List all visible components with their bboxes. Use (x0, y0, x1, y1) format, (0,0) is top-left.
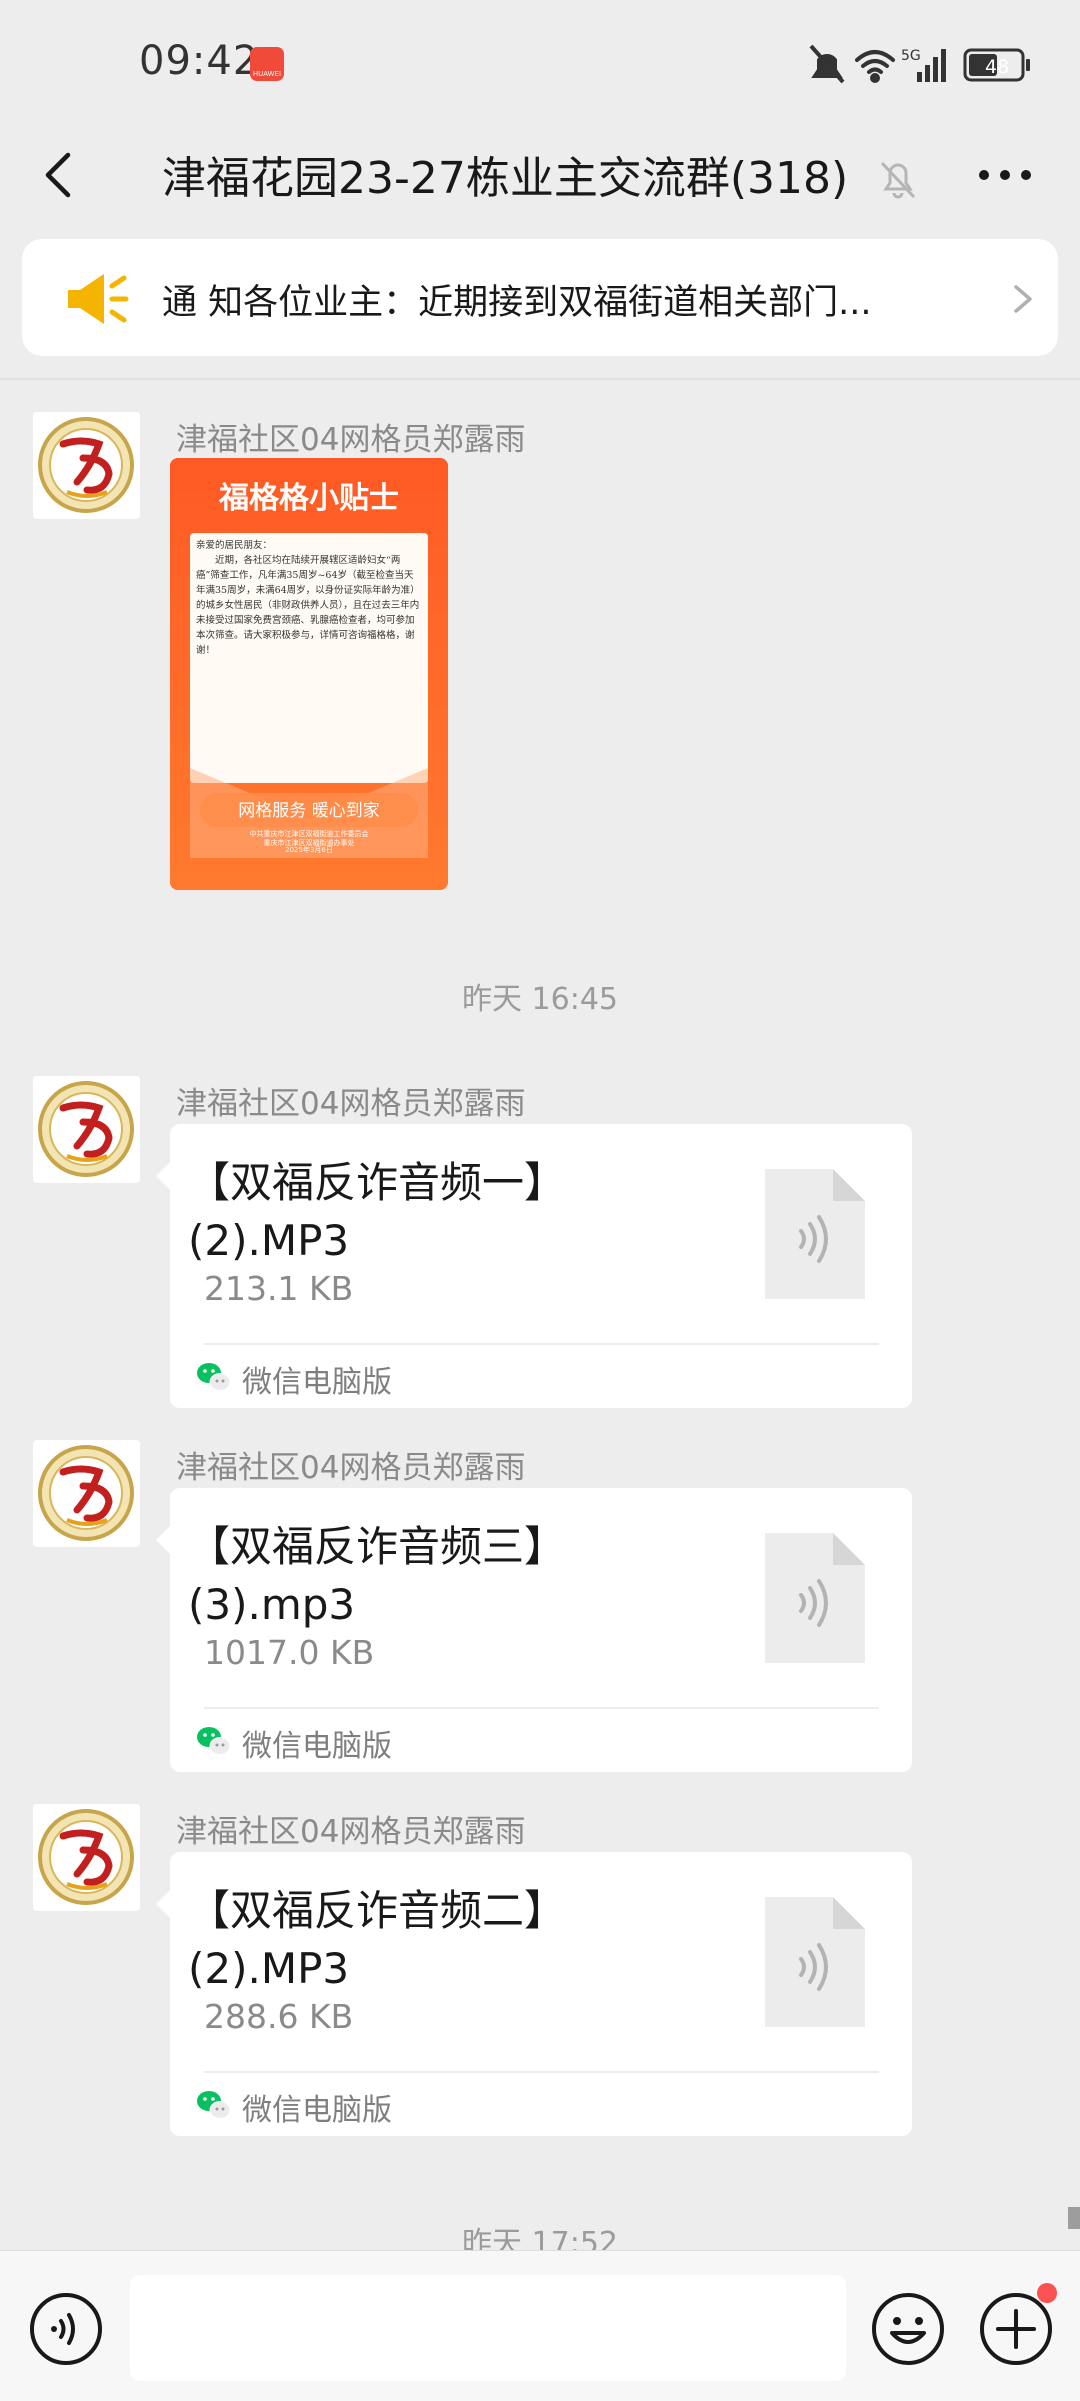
timestamp: 昨天 16:45 (462, 982, 618, 1017)
card-divider (204, 1707, 879, 1709)
announcement-text: 通 知各位业主：近期接到双福街道相关部门... (162, 283, 872, 323)
scrollbar-thumb[interactable] (1068, 2207, 1080, 2229)
chat-header: 津福花园23-27栋业主交流群(318) (0, 120, 1080, 230)
network-type: 5G (901, 48, 921, 64)
file-size: 1017.0 KB (204, 1633, 375, 1672)
community-logo-icon (38, 1081, 134, 1177)
audio-file-icon (765, 1169, 865, 1299)
community-logo-icon (38, 1445, 134, 1541)
status-time: 09:42 (139, 38, 260, 84)
sender-avatar[interactable] (33, 1076, 140, 1183)
mute-notification-icon (809, 44, 845, 84)
card-divider (204, 1343, 879, 1345)
source-label: 微信电脑版 (242, 1729, 392, 1764)
back-arrow-icon (45, 152, 71, 198)
card-divider (204, 2071, 879, 2073)
poster-image: 福格格小贴士 亲爱的居民朋友： 近期，各社区均在陆续开展辖区适龄妇女“两癌”筛查… (170, 458, 448, 890)
sender-avatar[interactable] (33, 1804, 140, 1911)
sender-avatar[interactable] (33, 1440, 140, 1547)
signal-icon (917, 49, 946, 82)
audio-file-icon (765, 1533, 865, 1663)
wifi-icon (855, 50, 895, 83)
back-button[interactable] (30, 145, 90, 205)
chevron-right-icon (1002, 279, 1042, 319)
source-label: 微信电脑版 (242, 2093, 392, 2128)
more-options-button[interactable] (970, 145, 1040, 205)
status-icons: 5G 48 (805, 38, 1045, 92)
sender-name: 津福社区04网格员郑露雨 (176, 1814, 526, 1850)
header-divider (0, 378, 1080, 380)
group-announcement[interactable]: 通 知各位业主：近期接到双福街道相关部门... (22, 239, 1058, 356)
file-size: 288.6 KB (204, 1997, 354, 2036)
sender-avatar[interactable] (33, 412, 140, 519)
file-name: 【双福反诈音频一】(2).MP3 (188, 1158, 567, 1265)
community-logo-icon (38, 1809, 134, 1905)
voice-icon (30, 2293, 102, 2365)
emoji-button[interactable] (870, 2291, 946, 2367)
poster-footer-org: 中共重庆市江津区双福街道工作委员会 重庆市江津区双福街道办事处 (249, 830, 369, 847)
sender-name: 津福社区04网格员郑露雨 (176, 1086, 526, 1122)
poster-greeting: 亲爱的居民朋友： (196, 540, 273, 551)
wechat-icon (196, 2089, 232, 2121)
chat-input-bar (0, 2250, 1080, 2401)
community-logo-icon (38, 417, 134, 513)
poster-title: 福格格小贴士 (218, 481, 399, 516)
muted-bell-icon (872, 153, 924, 205)
sender-name: 津福社区04网格员郑露雨 (176, 1450, 526, 1486)
sender-name: 津福社区04网格员郑露雨 (176, 422, 526, 458)
poster-banner: 网格服务 暖心到家 (238, 801, 379, 821)
huawei-notification-icon: HUAWEI (250, 47, 284, 81)
poster-body: 近期，各社区均在陆续开展辖区适龄妇女“两癌”筛查工作，凡年满35周岁~64岁（截… (196, 555, 420, 656)
audio-file-icon (765, 1897, 865, 2027)
battery-icon: 48 (963, 48, 1030, 82)
file-message-card[interactable]: 【双福反诈音频二】(2).MP3 288.6 KB 微信电脑版 (156, 1852, 912, 2136)
chat-title: 津福花园23-27栋业主交流群(318) (162, 153, 849, 204)
more-dots-icon (979, 170, 1031, 180)
file-name: 【双福反诈音频二】(2).MP3 (188, 1886, 567, 1993)
file-size: 213.1 KB (204, 1269, 354, 1308)
wechat-icon (196, 1361, 232, 1393)
source-label: 微信电脑版 (242, 1365, 392, 1400)
emoji-smile-icon (872, 2293, 944, 2365)
status-icon-group: 5G 48 (809, 44, 1030, 84)
battery-level: 48 (985, 56, 1009, 78)
file-message-card[interactable]: 【双福反诈音频三】(3).mp3 1017.0 KB 微信电脑版 (156, 1488, 912, 1772)
file-name: 【双福反诈音频三】(3).mp3 (188, 1522, 567, 1629)
image-message[interactable]: 福格格小贴士 亲爱的居民朋友： 近期，各社区均在陆续开展辖区适龄妇女“两癌”筛查… (170, 458, 448, 890)
wechat-icon (196, 1725, 232, 1757)
file-message-card[interactable]: 【双福反诈音频一】(2).MP3 213.1 KB 微信电脑版 (156, 1124, 912, 1408)
notification-dot (1037, 2283, 1057, 2303)
voice-input-button[interactable] (28, 2291, 104, 2367)
message-input[interactable] (130, 2275, 846, 2381)
megaphone-icon (62, 268, 132, 330)
